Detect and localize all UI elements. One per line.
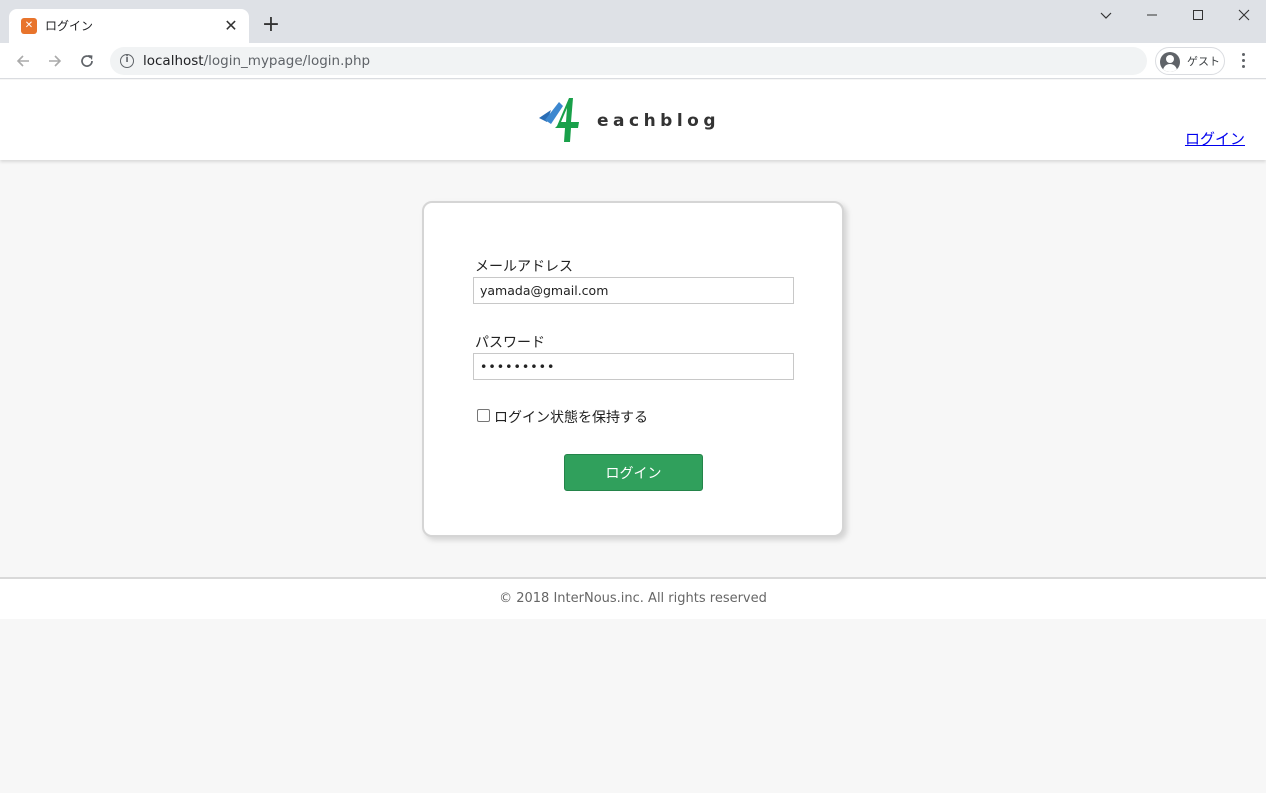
tab-close-icon[interactable]: ✕ xyxy=(221,16,241,36)
profile-button[interactable]: ゲスト xyxy=(1155,47,1225,75)
4each-logo-icon xyxy=(539,98,579,142)
header-login-link[interactable]: ログイン xyxy=(1185,130,1245,150)
browser-tabstrip: ✕ ログイン ✕ + xyxy=(0,0,1266,43)
back-icon[interactable] xyxy=(11,49,35,73)
login-card: メールアドレス パスワード ログイン状態を保持する ログイン xyxy=(422,201,844,537)
email-field[interactable] xyxy=(473,277,794,304)
site-logo[interactable]: eachblog xyxy=(537,96,732,146)
copyright-text: © 2018 InterNous.inc. All rights reserve… xyxy=(499,591,767,606)
url-host: localhost xyxy=(143,53,204,69)
browser-menu-icon[interactable] xyxy=(1234,49,1254,73)
minimize-icon[interactable] xyxy=(1128,0,1174,30)
maximize-icon[interactable] xyxy=(1174,0,1220,30)
url-path: /login_mypage/login.php xyxy=(203,53,371,69)
url-text: localhost/login_mypage/login.php xyxy=(143,53,370,69)
xampp-favicon-icon: ✕ xyxy=(21,18,37,34)
browser-toolbar: i localhost/login_mypage/login.php ゲスト xyxy=(0,43,1266,79)
site-footer: © 2018 InterNous.inc. All rights reserve… xyxy=(0,577,1266,619)
remember-me-label: ログイン状態を保持する xyxy=(494,409,648,425)
new-tab-icon[interactable]: + xyxy=(259,14,283,38)
login-button[interactable]: ログイン xyxy=(564,454,703,491)
address-bar[interactable]: i localhost/login_mypage/login.php xyxy=(110,47,1147,75)
password-field[interactable] xyxy=(473,353,794,380)
guest-avatar-icon xyxy=(1160,52,1180,72)
close-window-icon[interactable] xyxy=(1220,0,1266,30)
forward-icon[interactable] xyxy=(43,49,67,73)
password-label: パスワード xyxy=(475,334,545,350)
browser-tab[interactable]: ✕ ログイン ✕ xyxy=(9,9,249,43)
email-label: メールアドレス xyxy=(475,258,573,274)
reload-icon[interactable] xyxy=(75,49,99,73)
tab-title: ログイン xyxy=(45,19,94,33)
remember-me-checkbox[interactable] xyxy=(477,409,490,422)
logo-text: eachblog xyxy=(597,111,721,131)
tab-search-icon[interactable] xyxy=(1082,0,1128,30)
profile-label: ゲスト xyxy=(1187,55,1220,68)
site-info-icon[interactable]: i xyxy=(120,54,134,68)
